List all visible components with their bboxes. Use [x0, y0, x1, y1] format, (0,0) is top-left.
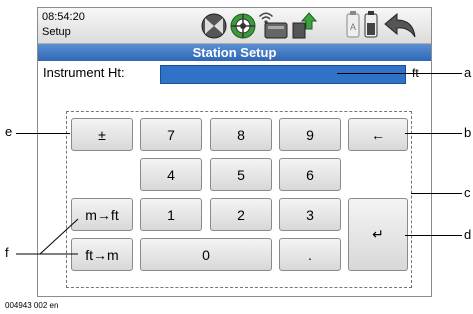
callout-label-f: f: [5, 245, 9, 260]
callout-lines-f: [16, 218, 79, 255]
figure-code: 004943 002 en: [5, 301, 59, 310]
